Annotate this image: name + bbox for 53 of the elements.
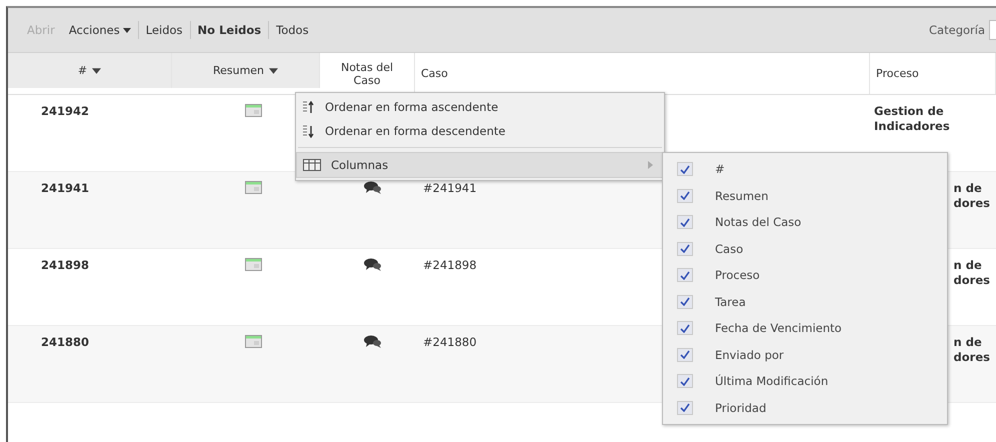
checkbox[interactable] xyxy=(677,215,693,230)
table-cell: n de dores xyxy=(954,335,990,365)
submenu-arrow-icon xyxy=(648,161,653,169)
checkbox[interactable] xyxy=(677,321,693,336)
column-option[interactable]: Enviado por xyxy=(715,348,784,362)
menu-item[interactable]: Ordenar en forma descendente xyxy=(296,119,664,143)
caret-icon xyxy=(122,28,131,32)
column-option[interactable]: Prioridad xyxy=(715,400,766,415)
category-label: Categoría xyxy=(929,23,985,37)
category-field[interactable] xyxy=(989,20,996,40)
caret-icon[interactable] xyxy=(92,68,102,74)
column-option[interactable]: Proceso xyxy=(715,268,760,282)
filter-link[interactable]: Leidos xyxy=(138,23,190,37)
table-cell: #241880 xyxy=(423,335,477,349)
column-option[interactable]: Resumen xyxy=(715,188,768,203)
sort-descending-icon xyxy=(302,124,315,138)
column-header[interactable]: Proceso xyxy=(870,53,996,94)
sort-ascending-icon xyxy=(302,100,315,114)
table-cell: Gestion de Indicadores xyxy=(874,104,950,134)
checkbox[interactable] xyxy=(677,188,693,203)
caret-icon[interactable] xyxy=(269,68,278,74)
column-option[interactable]: Caso xyxy=(715,242,744,256)
checkbox[interactable] xyxy=(677,374,693,388)
checkbox[interactable] xyxy=(677,294,693,309)
chat-icon[interactable] xyxy=(364,181,382,194)
table-cell: 241941 xyxy=(40,181,89,195)
column-option[interactable]: Fecha de Vencimiento xyxy=(715,321,842,336)
column-option[interactable]: # xyxy=(715,162,725,176)
columns-icon xyxy=(303,159,321,171)
table-cell: #241941 xyxy=(423,181,477,195)
actions-dropdown[interactable]: Acciones xyxy=(62,23,138,37)
table-cell: n de dores xyxy=(954,181,990,211)
filter-link[interactable]: No Leidos xyxy=(190,23,268,37)
table-cell: n de dores xyxy=(954,258,990,288)
table-cell: 241880 xyxy=(40,335,89,349)
column-option[interactable]: Última Modificación xyxy=(715,374,828,388)
chat-icon[interactable] xyxy=(364,258,382,271)
checkbox[interactable] xyxy=(677,268,693,282)
checkbox[interactable] xyxy=(677,400,693,415)
checkbox[interactable] xyxy=(677,242,693,256)
table-cell: 241898 xyxy=(40,258,89,272)
column-header[interactable]: Resumen xyxy=(172,53,320,88)
checkbox[interactable] xyxy=(677,348,693,362)
filter-link[interactable]: Todos xyxy=(269,23,316,37)
column-option[interactable]: Tarea xyxy=(715,294,746,309)
table-cell: 241942 xyxy=(40,104,89,118)
menu-item[interactable]: Columnas xyxy=(296,152,664,178)
menu-item[interactable]: Ordenar en forma ascendente xyxy=(296,95,664,119)
column-option[interactable]: Notas del Caso xyxy=(715,215,802,230)
column-header[interactable]: # xyxy=(8,53,172,88)
table-cell: #241898 xyxy=(423,258,477,272)
chat-icon[interactable] xyxy=(364,335,382,348)
checkbox[interactable] xyxy=(677,162,693,176)
